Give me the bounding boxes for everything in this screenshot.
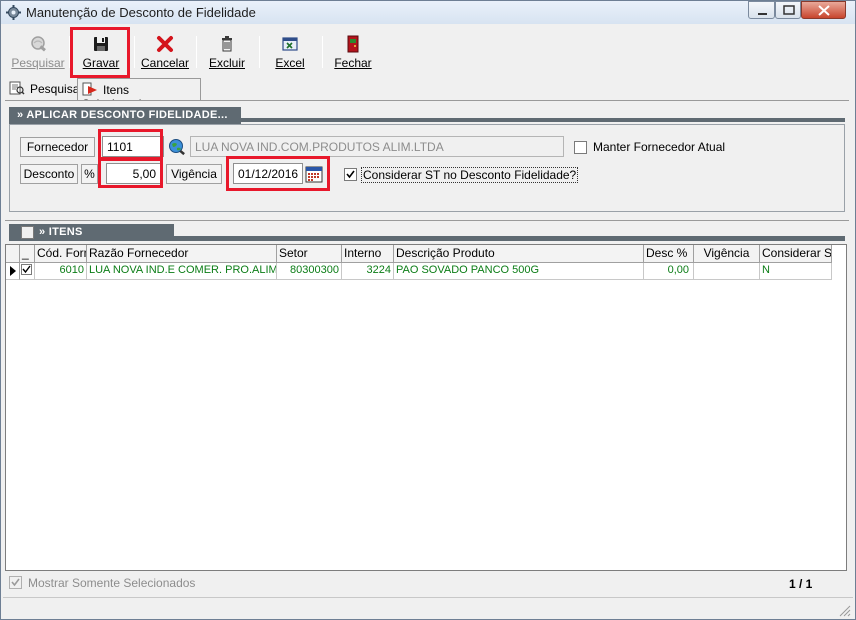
vigencia-date-input[interactable] — [233, 163, 303, 184]
maximize-icon — [783, 5, 795, 15]
cell-vigencia[interactable] — [694, 263, 760, 280]
column-header-setor[interactable]: Setor — [277, 245, 342, 263]
pagination-text: 1 / 1 — [789, 577, 813, 591]
resize-grip-icon[interactable] — [837, 603, 851, 617]
select-all-checkbox[interactable] — [21, 226, 34, 239]
toolbar-separator — [134, 36, 135, 68]
tab-pesquisa[interactable]: Pesquisa — [5, 78, 83, 100]
column-header-select[interactable]: _ — [20, 245, 35, 263]
column-header-vigencia[interactable]: Vigência — [694, 245, 760, 263]
cancel-x-icon — [157, 36, 173, 52]
fechar-button[interactable]: Fechar — [327, 32, 379, 74]
gravar-label: Gravar — [82, 56, 120, 70]
considerar-st-label: Considerar ST no Desconto Fidelidade? — [361, 167, 579, 183]
desconto-label: Desconto — [20, 164, 78, 184]
arrow-doc-icon — [82, 82, 97, 96]
current-row-arrow-icon — [10, 266, 16, 276]
cell-interno[interactable]: 3224 — [342, 263, 394, 280]
fornecedor-code-input[interactable] — [102, 136, 164, 157]
mostrar-selecionados-label: Mostrar Somente Selecionados — [28, 576, 196, 590]
search-doc-icon — [9, 81, 25, 95]
status-row: Mostrar Somente Selecionados 1 / 1 — [5, 573, 849, 595]
save-icon — [94, 37, 108, 51]
trash-icon — [222, 36, 232, 52]
search-icon — [31, 36, 46, 52]
column-header-interno[interactable]: Interno — [342, 245, 394, 263]
considerar-st-checkbox[interactable] — [344, 168, 357, 181]
cancelar-label: Cancelar — [140, 56, 190, 70]
checkmark-icon — [346, 170, 355, 179]
cell-considerar[interactable]: N — [760, 263, 832, 280]
toolbar: Pesquisar Gravar Cancelar Excluir Excel … — [1, 28, 855, 76]
aplicar-panel: » APLICAR DESCONTO FIDELIDADE... Fornece… — [5, 100, 849, 218]
toolbar-separator — [322, 36, 323, 68]
cell-desc[interactable]: 0,00 — [644, 263, 694, 280]
exit-door-icon — [347, 35, 359, 53]
minimize-icon — [758, 13, 767, 15]
checkmark-icon — [11, 578, 20, 587]
gravar-button[interactable]: Gravar — [75, 32, 127, 74]
title-bar: Manutenção de Desconto de Fidelidade — [1, 1, 855, 24]
maximize-button[interactable] — [775, 1, 801, 19]
cell-cod-forn[interactable]: 6010 — [35, 263, 87, 280]
row-select-cell[interactable] — [20, 263, 35, 280]
column-header-descricao[interactable]: Descrição Produto — [394, 245, 644, 263]
row-indicator[interactable] — [6, 263, 20, 280]
toolbar-separator — [259, 36, 260, 68]
pesquisar-button[interactable]: Pesquisar — [9, 32, 67, 74]
cell-razao[interactable]: LUA NOVA IND.E COMER. PRO.ALIM. — [87, 263, 277, 280]
header-rule — [174, 236, 845, 241]
toolbar-separator — [196, 36, 197, 68]
tab-pesquisa-label: Pesquisa — [30, 82, 80, 96]
excel-label: Excel — [275, 56, 305, 70]
calendar-icon[interactable] — [305, 165, 323, 183]
manter-fornecedor-checkbox[interactable] — [574, 141, 587, 154]
bottom-status-bar — [1, 597, 855, 619]
app-window: Manutenção de Desconto de Fidelidade Pes… — [0, 0, 856, 620]
pesquisar-label: Pesquisar — [11, 56, 65, 70]
status-divider — [3, 597, 853, 598]
excluir-label: Excluir — [208, 56, 245, 70]
itens-header-panel: » ITENS — [5, 220, 849, 244]
column-header-indicator — [6, 245, 20, 263]
tab-strip: Pesquisa Itens Selecionados — [5, 78, 853, 111]
excel-button[interactable]: Excel — [264, 32, 316, 74]
column-header-desc[interactable]: Desc % — [644, 245, 694, 263]
tab-itens-selecionados[interactable]: Itens Selecionados — [77, 78, 201, 111]
fechar-label: Fechar — [334, 56, 372, 70]
fornecedor-label: Fornecedor — [20, 137, 95, 157]
itens-grid: _ Cód. Forn Razão Fornecedor Setor Inter… — [5, 244, 847, 571]
column-header-cod-forn[interactable]: Cód. Forn — [35, 245, 87, 263]
excluir-button[interactable]: Excluir — [201, 32, 253, 74]
desconto-input[interactable] — [106, 163, 161, 184]
aplicar-box: Fornecedor Manter Fornecedor Atual Desco… — [9, 124, 845, 212]
checkmark-icon — [22, 265, 31, 274]
column-header-considerar[interactable]: Considerar ST — [760, 245, 832, 263]
percent-label: % — [81, 164, 98, 184]
window-title: Manutenção de Desconto de Fidelidade — [26, 5, 256, 20]
fornecedor-name-input — [190, 136, 564, 157]
globe-search-icon[interactable] — [168, 138, 186, 156]
app-gear-icon — [6, 5, 21, 20]
close-window-button[interactable] — [801, 1, 846, 19]
manter-fornecedor-label: Manter Fornecedor Atual — [593, 140, 726, 154]
row-select-checkbox[interactable] — [21, 264, 32, 275]
excel-icon — [282, 37, 298, 51]
column-header-razao[interactable]: Razão Fornecedor — [87, 245, 277, 263]
close-icon — [818, 5, 830, 16]
aplicar-header: » APLICAR DESCONTO FIDELIDADE... — [9, 107, 241, 124]
cancelar-button[interactable]: Cancelar — [139, 32, 191, 74]
minimize-button[interactable] — [748, 1, 775, 19]
cell-setor[interactable]: 80300300 — [277, 263, 342, 280]
cell-descricao[interactable]: PAO SOVADO PANCO 500G — [394, 263, 644, 280]
mostrar-selecionados-checkbox — [9, 576, 22, 589]
toolbar-separator — [69, 36, 70, 68]
vigencia-label: Vigência — [166, 164, 222, 184]
header-rule — [241, 118, 845, 122]
